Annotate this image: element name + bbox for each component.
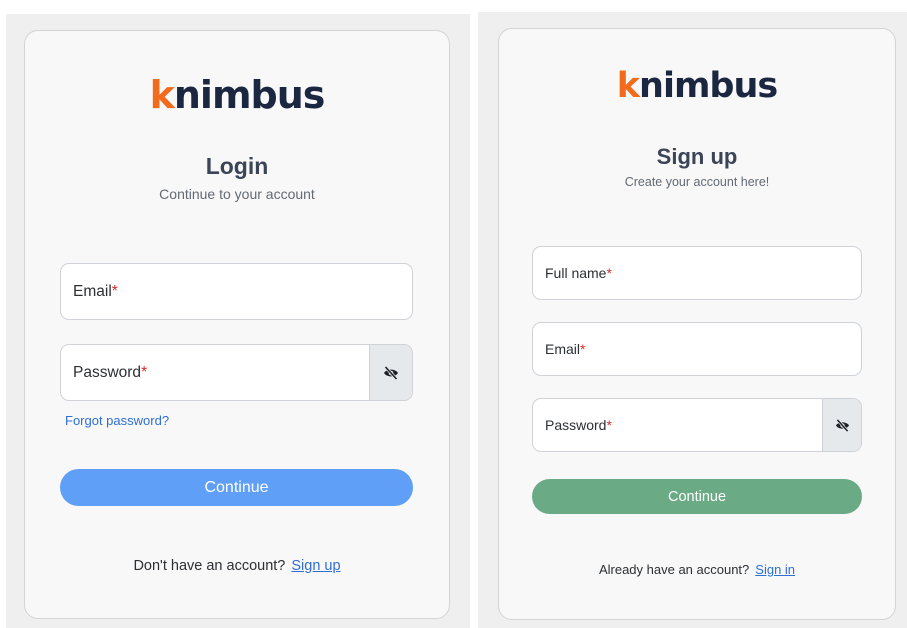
required-marker: * <box>141 363 148 381</box>
forgot-password-link[interactable]: Forgot password? <box>65 413 169 428</box>
page-subtitle: Continue to your account <box>159 186 315 202</box>
password-field-label: Password* <box>73 363 148 381</box>
email-field[interactable]: Email* <box>532 322 862 376</box>
eye-off-icon <box>384 365 398 380</box>
password-field[interactable]: Password* <box>60 344 413 401</box>
continue-button[interactable]: Continue <box>532 479 862 514</box>
logo-k: k <box>616 66 640 106</box>
login-card: knimbus Login Continue to your account E… <box>24 30 450 619</box>
page-title: Login <box>205 153 269 179</box>
page-subtitle: Create your account here! <box>624 175 770 189</box>
required-marker: * <box>580 341 586 357</box>
email-field-label: Email* <box>73 282 118 300</box>
full-name-field[interactable]: Full name* <box>532 246 862 300</box>
knimbus-logo: knimbus <box>25 76 449 114</box>
logo-wordmark: nimbus <box>639 66 778 106</box>
toggle-password-visibility-button[interactable] <box>822 399 861 451</box>
page-title: Sign up <box>656 144 738 169</box>
full-name-field-label: Full name* <box>545 265 612 281</box>
required-marker: * <box>606 417 612 433</box>
sign-in-link[interactable]: Sign in <box>755 562 795 577</box>
continue-button[interactable]: Continue <box>60 469 413 506</box>
sign-up-link[interactable]: Sign up <box>291 558 340 574</box>
signup-card: knimbus Sign up Create your account here… <box>498 28 896 620</box>
password-field[interactable]: Password* <box>532 398 862 452</box>
toggle-password-visibility-button[interactable] <box>369 345 412 400</box>
eye-off-icon <box>835 418 849 432</box>
signin-prompt: Already have an account? Sign in <box>499 562 895 577</box>
logo-k: k <box>149 73 175 117</box>
signup-prompt-text: Don't have an account? <box>133 558 286 574</box>
email-field[interactable]: Email* <box>60 263 413 320</box>
signin-prompt-text: Already have an account? <box>598 562 750 577</box>
email-field-label: Email* <box>545 341 586 357</box>
knimbus-logo: knimbus <box>499 69 895 104</box>
signup-prompt: Don't have an account? Sign up <box>25 558 449 574</box>
password-field-label: Password* <box>545 417 612 433</box>
required-marker: * <box>606 265 612 281</box>
required-marker: * <box>111 282 118 300</box>
logo-wordmark: nimbus <box>173 73 326 117</box>
